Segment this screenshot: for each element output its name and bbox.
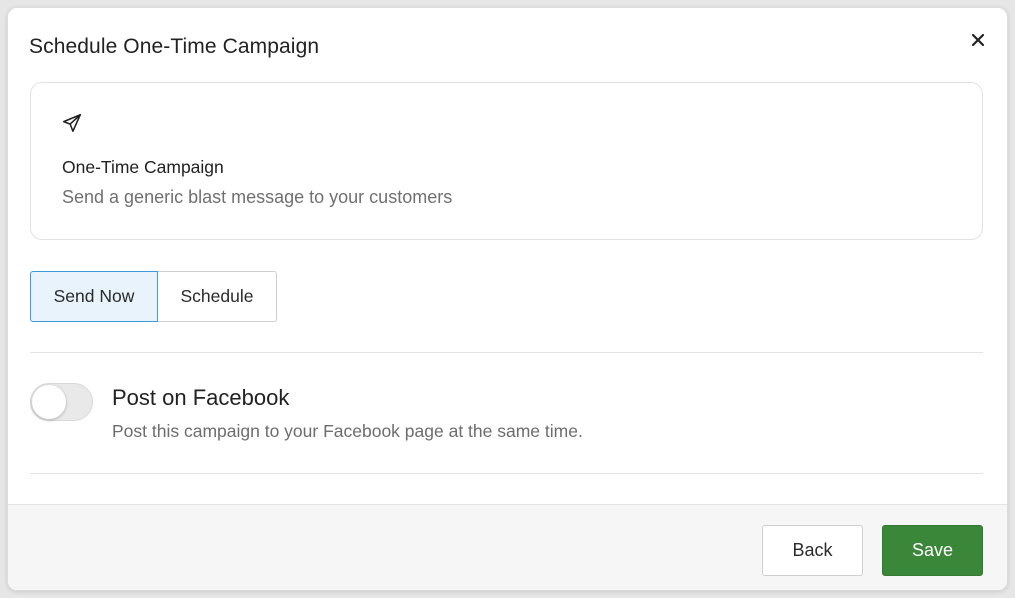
close-icon <box>971 33 985 47</box>
modal-title: Schedule One-Time Campaign <box>29 35 320 58</box>
schedule-campaign-modal: Schedule One-Time Campaign One-Time Camp… <box>7 7 1008 591</box>
close-button[interactable] <box>967 29 989 51</box>
toggle-knob <box>32 385 66 419</box>
modal-footer: Back Save <box>8 504 1007 590</box>
save-button[interactable]: Save <box>882 525 983 576</box>
campaign-type-card: One-Time Campaign Send a generic blast m… <box>30 82 983 240</box>
post-on-facebook-toggle[interactable] <box>30 383 93 421</box>
section-divider <box>30 473 983 474</box>
schedule-option[interactable]: Schedule <box>157 271 277 322</box>
post-on-facebook-description: Post this campaign to your Facebook page… <box>112 421 583 441</box>
send-now-option[interactable]: Send Now <box>30 271 158 322</box>
paper-plane-icon <box>62 113 82 133</box>
back-button[interactable]: Back <box>762 525 863 576</box>
post-on-facebook-label: Post on Facebook <box>112 385 290 410</box>
campaign-type-description: Send a generic blast message to your cus… <box>62 187 453 207</box>
section-divider <box>30 352 983 353</box>
campaign-type-title: One-Time Campaign <box>62 157 224 177</box>
send-mode-segmented-control: Send Now Schedule <box>30 271 277 322</box>
